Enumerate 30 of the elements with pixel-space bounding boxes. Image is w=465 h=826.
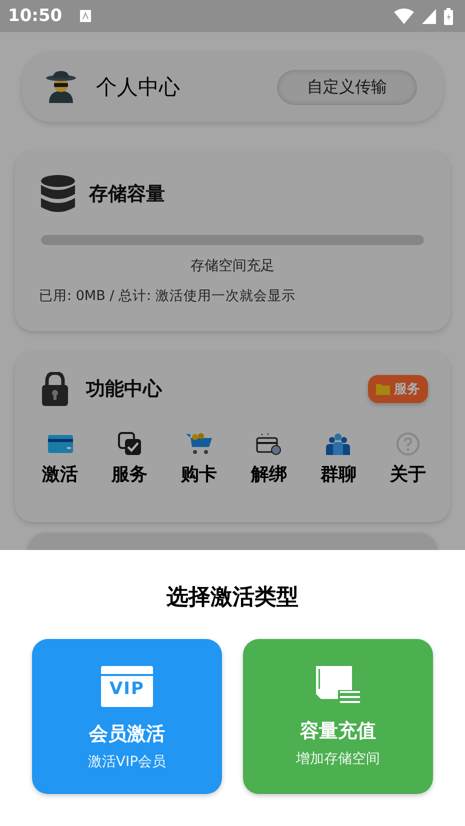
storage-title: 存储容量 bbox=[89, 182, 165, 207]
help-icon bbox=[396, 432, 420, 456]
card-unlink-icon bbox=[256, 432, 282, 456]
detective-icon bbox=[44, 70, 78, 104]
database-icon bbox=[41, 175, 75, 213]
folder-icon bbox=[376, 384, 390, 394]
function-item[interactable]: 解绑 bbox=[242, 432, 295, 486]
custom-transfer-button[interactable]: 自定义传输 bbox=[277, 70, 417, 104]
battery-icon bbox=[444, 8, 453, 24]
wifi-icon bbox=[394, 8, 414, 24]
function-item[interactable]: 群聊 bbox=[312, 432, 364, 486]
function-item[interactable]: 服务 bbox=[104, 432, 156, 486]
function-item[interactable]: 关于 bbox=[382, 432, 434, 486]
function-title: 功能中心 bbox=[86, 377, 162, 402]
function-item[interactable]: 购卡 bbox=[173, 432, 226, 486]
shopping-cart-icon bbox=[186, 432, 212, 456]
profile-title: 个人中心 bbox=[96, 74, 180, 101]
status-time: 10:50 bbox=[8, 6, 62, 26]
checkbox-icon bbox=[118, 432, 142, 456]
signal-icon bbox=[422, 8, 436, 24]
storage-status: 存储空间充足 bbox=[190, 257, 276, 275]
sheet-title: 选择激活类型 bbox=[166, 584, 300, 612]
storage-detail: 已用: 0MB / 总计: 激活使用一次就会显示 bbox=[39, 287, 296, 305]
credit-card-icon bbox=[48, 432, 72, 456]
lock-icon bbox=[42, 372, 68, 406]
function-item[interactable]: 激活 bbox=[34, 432, 86, 486]
notification-icon bbox=[80, 10, 92, 22]
sd-card-icon bbox=[316, 666, 360, 704]
vip-card-icon: VIP bbox=[101, 666, 153, 707]
group-icon bbox=[326, 432, 350, 456]
